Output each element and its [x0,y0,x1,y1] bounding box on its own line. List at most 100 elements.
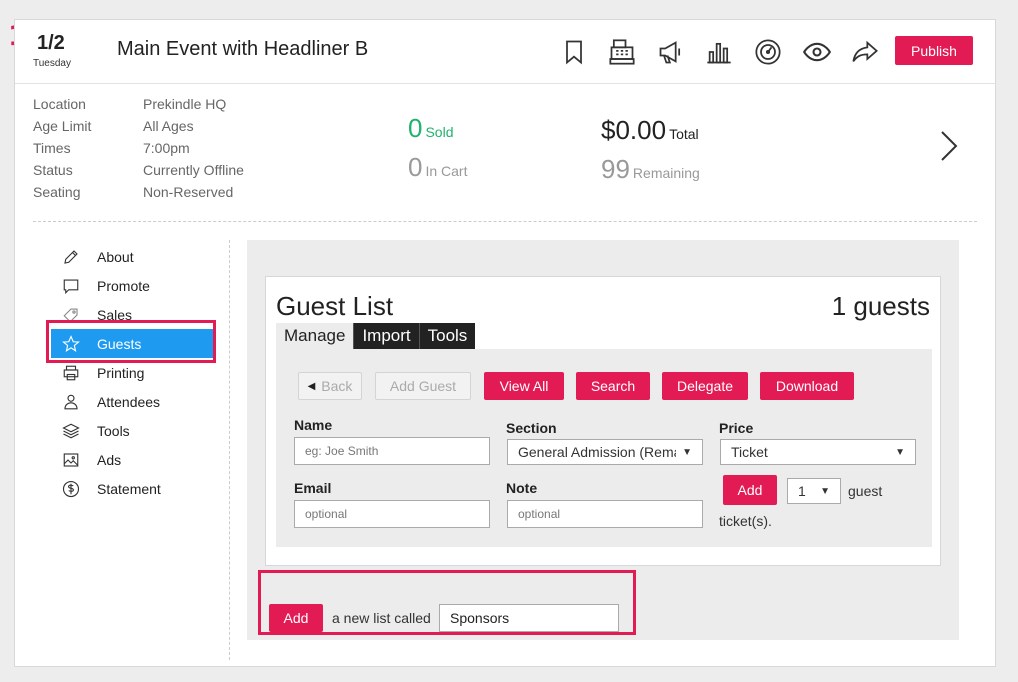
chevron-down-icon: ▼ [895,446,905,458]
divider [33,221,977,222]
info-label: Seating [33,184,81,200]
sidebar-nav: About Promote Sales Guests Printing Atte… [51,242,216,503]
event-date: 1/2 [37,32,65,54]
guest-list-tabs: Manage Import Tools [276,323,476,349]
sidebar-item-statement[interactable]: Statement [51,474,216,503]
in-cart-label: In Cart [425,163,468,179]
manage-form: ◀ Back Add Guest View All Search Delegate… [276,349,932,547]
stat-remaining: 99 Remaining [601,154,700,185]
megaphone-icon[interactable] [655,36,687,68]
remaining-label: Remaining [632,165,700,181]
note-label: Note [506,480,538,496]
publish-button[interactable]: Publish [895,36,973,65]
chevron-down-icon: ▼ [682,446,692,458]
next-event-chevron-icon[interactable] [933,126,963,166]
sidebar-item-label: Promote [97,277,150,294]
info-value: Currently Offline [143,162,244,178]
info-label: Status [33,162,73,178]
sidebar-item-label: Attendees [97,393,161,410]
event-weekday: Tuesday [33,58,71,69]
eye-icon[interactable] [801,36,833,68]
tab-tools[interactable]: Tools [418,323,476,349]
register-icon[interactable] [606,36,638,68]
info-value: Prekindle HQ [143,96,227,112]
tab-manage[interactable]: Manage [276,323,354,349]
sidebar-item-attendees[interactable]: Attendees [51,387,216,416]
add-guest-button[interactable]: Add Guest [375,372,471,400]
share-icon[interactable] [849,36,881,68]
guest-list-title: Guest List [276,291,394,321]
name-input[interactable] [294,437,490,465]
info-value: 7:00pm [143,140,190,156]
back-button-label: Back [321,378,353,394]
tab-import[interactable]: Import [353,323,419,349]
info-value: Non-Reserved [143,184,234,200]
pencil-icon [59,247,83,267]
email-label: Email [294,480,332,496]
sidebar-item-label: About [97,248,134,265]
event-title: Main Event with Headliner B [117,38,369,60]
stat-sold: 0 Sold [408,113,454,144]
remaining-count: 99 [601,154,630,184]
caret-left-icon: ◀ [307,380,316,392]
info-row: Status Currently Offline [33,162,244,184]
price-select[interactable]: Ticket ▼ [720,439,916,465]
guest-text: guest [848,483,883,499]
stat-in-cart: 0 In Cart [408,152,467,183]
annotation-box-2 [46,320,216,363]
guest-list-card: Guest List 1 guests Manage Import Tools … [265,276,941,566]
tickets-text: ticket(s). [719,513,772,529]
info-label: Location [33,96,86,112]
email-input[interactable] [294,500,490,528]
info-label: Age Limit [33,118,92,134]
dollar-icon [59,479,83,499]
note-input[interactable] [507,500,703,528]
in-cart-count: 0 [408,152,423,182]
stat-total: $0.00 Total [601,115,699,146]
back-button[interactable]: ◀ Back [298,372,362,400]
delegate-button[interactable]: Delegate [662,372,748,400]
view-all-button[interactable]: View All [484,372,564,400]
sold-count: 0 [408,113,423,143]
sold-label: Sold [425,124,454,140]
printer-icon [59,363,83,383]
total-amount: $0.00 [601,115,667,145]
chevron-down-icon: ▼ [820,485,830,497]
search-button[interactable]: Search [576,372,650,400]
info-row: Times 7:00pm [33,140,244,162]
gauge-icon[interactable] [752,36,784,68]
sidebar-item-tools[interactable]: Tools [51,416,216,445]
guest-count: 1 guests [831,291,930,321]
name-label: Name [294,417,333,433]
download-button[interactable]: Download [760,372,854,400]
annotation-box-3 [258,570,636,635]
event-info: Location Prekindle HQ Age Limit All Ages T… [33,96,244,206]
price-value: Ticket [731,444,768,460]
section-label: Section [506,420,557,436]
sidebar-item-ads[interactable]: Ads [51,445,216,474]
info-label: Times [33,140,71,156]
divider-vertical [229,240,230,660]
sidebar-item-label: Printing [97,364,145,381]
price-label: Price [719,420,754,436]
sidebar-item-label: Tools [97,422,130,439]
info-row: Seating Non-Reserved [33,184,244,206]
bar-chart-icon[interactable] [703,36,735,68]
section-value: General Admission (Remaining: 99) [518,444,676,460]
add-guest-submit-button[interactable]: Add [723,475,777,505]
total-label: Total [669,126,699,142]
quantity-select[interactable]: 1 ▼ [787,478,841,504]
quantity-value: 1 [798,483,806,499]
info-row: Age Limit All Ages [33,118,244,140]
section-select[interactable]: General Admission (Remaining: 99) ▼ [507,439,703,465]
bookmark-icon[interactable] [558,36,590,68]
sidebar-item-label: Statement [97,480,161,497]
info-row: Location Prekindle HQ [33,96,244,118]
info-value: All Ages [143,118,194,134]
image-icon [59,450,83,470]
layers-icon [59,421,83,441]
sidebar-item-about[interactable]: About [51,242,216,271]
speech-bubble-icon [59,276,83,296]
sidebar-item-promote[interactable]: Promote [51,271,216,300]
event-header: 1/2 Tuesday Main Event with Headliner B … [15,20,995,84]
